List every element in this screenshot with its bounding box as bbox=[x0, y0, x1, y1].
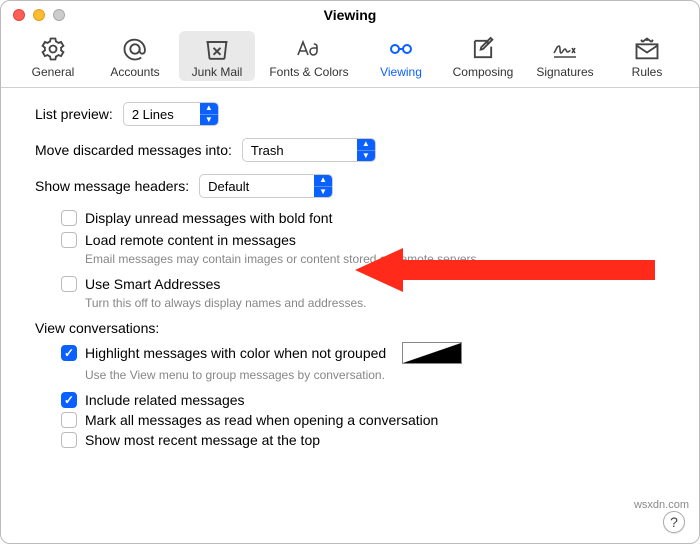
list-preview-value: 2 Lines bbox=[124, 107, 182, 122]
list-preview-label: List preview: bbox=[35, 106, 113, 122]
tab-label: Viewing bbox=[380, 65, 422, 79]
load-remote-label: Load remote content in messages bbox=[85, 232, 296, 248]
tab-accounts[interactable]: Accounts bbox=[97, 31, 173, 81]
view-conversations-heading: View conversations: bbox=[35, 320, 671, 336]
mark-all-read-checkbox[interactable] bbox=[61, 412, 77, 428]
stepper-icon: ▲▼ bbox=[357, 139, 375, 161]
at-icon bbox=[121, 35, 149, 63]
glasses-icon bbox=[387, 35, 415, 63]
rules-icon bbox=[633, 35, 661, 63]
load-remote-desc: Email messages may contain images or con… bbox=[85, 252, 671, 266]
display-unread-checkbox[interactable] bbox=[61, 210, 77, 226]
minimize-icon[interactable] bbox=[33, 9, 45, 21]
tab-label: Junk Mail bbox=[192, 65, 243, 79]
load-remote-checkbox[interactable] bbox=[61, 232, 77, 248]
smart-addresses-checkbox[interactable] bbox=[61, 276, 77, 292]
tab-rules[interactable]: Rules bbox=[609, 31, 685, 81]
tab-junk-mail[interactable]: Junk Mail bbox=[179, 31, 255, 81]
help-button[interactable]: ? bbox=[663, 511, 685, 533]
tab-composing[interactable]: Composing bbox=[445, 31, 521, 81]
junk-mail-icon bbox=[203, 35, 231, 63]
help-icon: ? bbox=[670, 514, 678, 530]
mark-all-read-label: Mark all messages as read when opening a… bbox=[85, 412, 438, 428]
viewing-pane: List preview: 2 Lines ▲▼ Move discarded … bbox=[1, 88, 699, 448]
show-headers-select[interactable]: Default ▲▼ bbox=[199, 174, 333, 198]
smart-addresses-desc: Turn this off to always display names an… bbox=[85, 296, 671, 310]
highlight-label: Highlight messages with color when not g… bbox=[85, 345, 386, 361]
highlight-color-swatch[interactable] bbox=[402, 342, 462, 364]
compose-icon bbox=[469, 35, 497, 63]
list-preview-select[interactable]: 2 Lines ▲▼ bbox=[123, 102, 219, 126]
tab-signatures[interactable]: Signatures bbox=[527, 31, 603, 81]
watermark: wsxdn.com bbox=[634, 499, 689, 511]
move-discarded-select[interactable]: Trash ▲▼ bbox=[242, 138, 376, 162]
titlebar: Viewing bbox=[1, 1, 699, 29]
stepper-icon: ▲▼ bbox=[314, 175, 332, 197]
tab-label: General bbox=[32, 65, 75, 79]
tab-label: Rules bbox=[632, 65, 663, 79]
gear-icon bbox=[39, 35, 67, 63]
signature-icon bbox=[551, 35, 579, 63]
close-icon[interactable] bbox=[13, 9, 25, 21]
tab-label: Accounts bbox=[110, 65, 159, 79]
preferences-window: Viewing General Accounts Junk Mail Fonts… bbox=[0, 0, 700, 544]
highlight-checkbox[interactable] bbox=[61, 345, 77, 361]
preferences-toolbar: General Accounts Junk Mail Fonts & Color… bbox=[1, 29, 699, 88]
highlight-desc: Use the View menu to group messages by c… bbox=[85, 368, 671, 382]
move-discarded-value: Trash bbox=[243, 143, 292, 158]
show-recent-top-label: Show most recent message at the top bbox=[85, 432, 320, 448]
tab-fonts-colors[interactable]: Fonts & Colors bbox=[261, 31, 357, 81]
tab-label: Composing bbox=[453, 65, 514, 79]
tab-label: Fonts & Colors bbox=[269, 65, 348, 79]
smart-addresses-label: Use Smart Addresses bbox=[85, 276, 220, 292]
stepper-icon: ▲▼ bbox=[200, 103, 218, 125]
include-related-label: Include related messages bbox=[85, 392, 245, 408]
show-headers-value: Default bbox=[200, 179, 257, 194]
zoom-icon[interactable] bbox=[53, 9, 65, 21]
show-headers-label: Show message headers: bbox=[35, 178, 189, 194]
window-controls bbox=[13, 9, 65, 21]
show-recent-top-checkbox[interactable] bbox=[61, 432, 77, 448]
move-discarded-label: Move discarded messages into: bbox=[35, 142, 232, 158]
fonts-icon bbox=[295, 35, 323, 63]
display-unread-label: Display unread messages with bold font bbox=[85, 210, 332, 226]
tab-general[interactable]: General bbox=[15, 31, 91, 81]
tab-label: Signatures bbox=[536, 65, 593, 79]
window-title: Viewing bbox=[324, 7, 377, 23]
include-related-checkbox[interactable] bbox=[61, 392, 77, 408]
tab-viewing[interactable]: Viewing bbox=[363, 31, 439, 81]
